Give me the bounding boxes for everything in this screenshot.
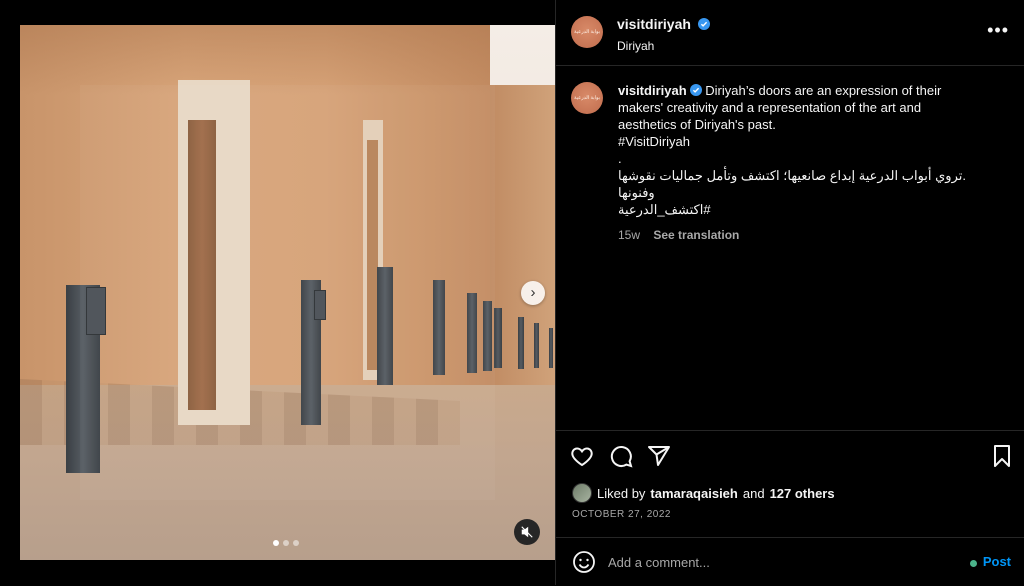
muted-icon xyxy=(521,526,533,538)
caption-username[interactable]: visitdiriyah xyxy=(618,83,687,98)
comment-bar: Post xyxy=(556,537,1024,586)
caption-avatar[interactable]: بوابة الدرعية xyxy=(571,82,603,114)
liker-avatar[interactable] xyxy=(572,483,592,503)
location-link[interactable]: Diriyah xyxy=(617,39,710,53)
heart-icon[interactable] xyxy=(570,444,594,468)
see-translation-button[interactable]: See translation xyxy=(653,228,739,242)
slide-dot xyxy=(283,540,289,546)
slide-dot xyxy=(293,540,299,546)
post-age[interactable]: 15w xyxy=(618,228,640,242)
others-likes-link[interactable]: 127 others xyxy=(770,486,835,501)
verified-badge-icon xyxy=(689,84,702,96)
light-post xyxy=(534,323,539,368)
more-options-button[interactable]: ••• xyxy=(987,20,1009,41)
caption-separator: . xyxy=(618,151,622,166)
comment-icon[interactable] xyxy=(609,444,633,468)
hashtag-link[interactable]: #VisitDiriyah xyxy=(618,133,978,150)
post-panel: بوابة الدرعية visitdiriyah Diriyah ••• ب… xyxy=(555,0,1024,585)
send-icon[interactable] xyxy=(647,444,671,468)
comment-input[interactable] xyxy=(608,552,948,572)
hashtag-link-arabic[interactable]: #اكتشف_الدرعية xyxy=(618,201,978,218)
bookmark-icon[interactable] xyxy=(990,444,1014,468)
next-slide-button[interactable]: › xyxy=(521,281,545,305)
chevron-right-icon: › xyxy=(530,284,536,301)
avatar[interactable]: بوابة الدرعية xyxy=(571,16,603,48)
emoji-icon[interactable] xyxy=(572,550,596,574)
light-post xyxy=(549,328,553,368)
post-comment-button[interactable]: Post xyxy=(983,554,1011,569)
slide-indicator xyxy=(273,540,299,546)
more-icon: ••• xyxy=(987,20,1009,40)
status-dot xyxy=(970,560,977,567)
post-header: بوابة الدرعية visitdiriyah Diriyah ••• xyxy=(556,0,1024,66)
avatar-logo-text: بوابة الدرعية xyxy=(574,94,600,101)
caption-arabic: .تروي أبواب الدرعية إبداع صانعيها؛ اكتشف… xyxy=(618,168,966,200)
light-post xyxy=(494,308,502,368)
post-date: OCTOBER 27, 2022 xyxy=(572,509,671,520)
caption: visitdiriyah Diriyah’s doors are an expr… xyxy=(618,82,978,244)
mute-button[interactable] xyxy=(514,519,540,545)
light-post xyxy=(518,317,524,369)
avatar-logo-text: بوابة الدرعية xyxy=(574,28,600,35)
verified-badge-icon xyxy=(698,18,711,30)
post-media[interactable]: › xyxy=(20,25,555,560)
action-bar: Liked by tamaraqaisieh and 127 others OC… xyxy=(556,430,1024,531)
liker-username[interactable]: tamaraqaisieh xyxy=(650,486,737,501)
likes-summary: Liked by tamaraqaisieh and 127 others xyxy=(572,483,835,503)
slide-dot-active xyxy=(273,540,279,546)
username[interactable]: visitdiriyah xyxy=(617,16,691,32)
